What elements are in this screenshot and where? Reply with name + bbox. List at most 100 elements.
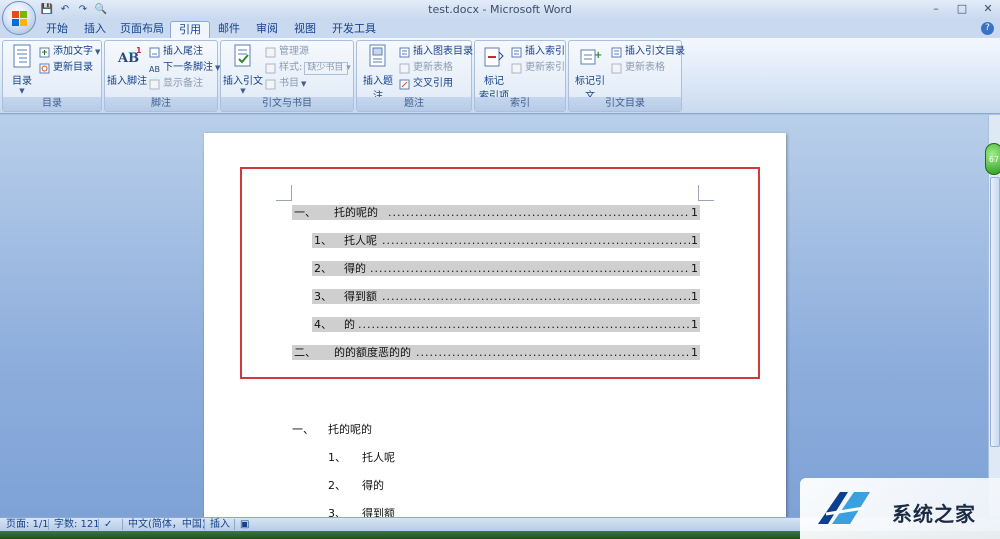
insert-endnote-label: 插入尾注	[163, 46, 203, 57]
body-heading[interactable]: 1、 托人呢	[328, 449, 395, 465]
insert-index-button[interactable]: 插入索引	[511, 45, 565, 59]
minimize-button[interactable]: –	[930, 2, 942, 15]
tab-references[interactable]: 引用	[170, 21, 210, 38]
table-of-authorities-icon	[611, 47, 623, 58]
group-label-citations: 引文与书目	[221, 97, 353, 111]
update-toc-button[interactable]: 更新目录	[39, 61, 93, 75]
zoom-badge: 67	[985, 143, 1000, 175]
insert-table-of-figures-button[interactable]: 插入图表目录	[399, 45, 473, 59]
maximize-button[interactable]: □	[956, 2, 968, 15]
next-footnote-button[interactable]: AB 下一条脚注 ▼	[149, 61, 220, 75]
window-controls: – □ ✕	[930, 2, 994, 15]
insert-endnote-button[interactable]: 插入尾注	[149, 45, 203, 59]
body-heading[interactable]: 一、 托的呢的	[292, 421, 372, 437]
group-label-footnotes: 脚注	[105, 97, 217, 111]
group-footnotes: AB 1 插入脚注 插入尾注 AB 下一条脚注 ▼ 显示备注 脚注	[104, 40, 220, 112]
spellcheck-icon[interactable]: ✓	[104, 518, 112, 531]
toc-button-label: 目录	[12, 76, 32, 87]
tab-page-layout[interactable]: 页面布局	[112, 21, 172, 38]
status-language[interactable]: 中文(简体，中国)	[128, 518, 206, 531]
status-word-count[interactable]: 字数: 121	[54, 518, 100, 531]
update-index-button[interactable]: 更新索引	[511, 61, 565, 75]
update-table-button[interactable]: 更新表格	[399, 61, 453, 75]
group-label-toa: 引文目录	[569, 97, 681, 111]
update-toc-label: 更新目录	[53, 62, 93, 73]
chevron-down-icon: ▼	[240, 87, 246, 95]
toc-button[interactable]: 目录 ▼	[7, 44, 37, 95]
chevron-down-icon: ▼	[95, 48, 101, 56]
bibliography-label: 书目	[279, 78, 299, 89]
update-index-label: 更新索引	[525, 62, 565, 73]
watermark-text: 系统之家	[892, 502, 976, 526]
refresh-icon	[399, 63, 411, 74]
insert-citation-button[interactable]: 插入引文 ▼	[223, 44, 263, 95]
toc-entry[interactable]: 4、 的 ...................................…	[312, 317, 700, 332]
update-toa-button[interactable]: 更新表格	[611, 61, 665, 75]
style-dropdown[interactable]: 缺少书目 ▾	[304, 61, 351, 75]
toc-entry[interactable]: 一、 托的呢的 ................................…	[292, 205, 700, 220]
body-heading[interactable]: 3、 得到额	[328, 505, 395, 517]
insert-caption-icon	[367, 44, 389, 70]
bibliography-button[interactable]: 书目 ▼	[265, 77, 306, 91]
group-label-index: 索引	[475, 97, 565, 111]
insert-citation-icon	[232, 44, 254, 70]
endnote-icon	[149, 47, 161, 58]
insert-footnote-label: 插入脚注	[107, 76, 147, 87]
insert-caption-button[interactable]: 插入题注	[359, 44, 397, 102]
tab-review[interactable]: 审阅	[248, 21, 286, 38]
tab-mailings[interactable]: 邮件	[210, 21, 248, 38]
close-button[interactable]: ✕	[982, 2, 994, 15]
toc-entry[interactable]: 二、 的的额度恶的的 .............................…	[292, 345, 700, 360]
chevron-down-icon: ▼	[301, 80, 307, 88]
macro-record-icon[interactable]: ▣	[240, 518, 249, 531]
insert-index-label: 插入索引	[525, 46, 565, 57]
tab-view[interactable]: 视图	[286, 21, 324, 38]
svg-text:1: 1	[136, 46, 142, 55]
tab-insert[interactable]: 插入	[76, 21, 114, 38]
next-footnote-icon: AB	[149, 63, 161, 74]
status-page[interactable]: 页面: 1/1	[6, 518, 49, 531]
toc-entry[interactable]: 3、 得到额 .................................…	[312, 289, 700, 304]
status-insert-mode[interactable]: 插入	[210, 518, 230, 531]
insert-citation-label: 插入引文	[223, 76, 263, 87]
refresh-icon	[611, 63, 623, 74]
show-notes-button[interactable]: 显示备注	[149, 77, 203, 91]
manage-sources-button[interactable]: 管理源	[265, 45, 309, 59]
document-area: 一、 托的呢的 ................................…	[0, 115, 988, 517]
insert-table-of-authorities-button[interactable]: 插入引文目录	[611, 45, 685, 59]
mark-entry-label-1: 标记	[484, 76, 504, 87]
toc-icon	[11, 44, 33, 70]
help-icon[interactable]: ?	[981, 22, 994, 35]
toc-entry[interactable]: 2、 得的 ..................................…	[312, 261, 700, 276]
tab-developer[interactable]: 开发工具	[324, 21, 384, 38]
tab-home[interactable]: 开始	[38, 21, 76, 38]
group-label-captions: 题注	[357, 97, 471, 111]
manage-sources-label: 管理源	[279, 46, 309, 57]
style-icon	[265, 63, 277, 74]
group-index: 标记 索引项 插入索引 更新索引 索引	[474, 40, 566, 112]
insert-footnote-button[interactable]: AB 1 插入脚注	[107, 44, 147, 87]
mark-citation-icon: +	[579, 44, 602, 70]
group-citations-bibliography: 插入引文 ▼ 管理源 样式: 缺少书目 ▾ 书目 ▼ 引文与书目	[220, 40, 354, 112]
office-button[interactable]	[2, 1, 36, 35]
document-page[interactable]: 一、 托的呢的 ................................…	[204, 133, 786, 517]
style-selector[interactable]: 样式: 缺少书目 ▾	[265, 61, 351, 75]
insert-table-of-figures-label: 插入图表目录	[413, 46, 473, 57]
body-heading[interactable]: 2、 得的	[328, 477, 384, 493]
add-text-button[interactable]: 添加文字 ▼	[39, 45, 100, 59]
title-bar: 💾 ↶ ↷ 🔍 test.docx - Microsoft Word – □ ✕	[0, 0, 1000, 20]
scrollbar-thumb[interactable]	[990, 177, 1000, 447]
footnote-icon: AB 1	[116, 44, 142, 70]
update-toa-label: 更新表格	[625, 62, 665, 73]
next-footnote-label: 下一条脚注	[163, 62, 213, 73]
mark-entry-icon	[483, 44, 505, 70]
group-table-of-contents: 目录 ▼ 添加文字 ▼ 更新目录 目录	[2, 40, 102, 112]
toc-entry[interactable]: 1、 托人呢 .................................…	[312, 233, 700, 248]
cross-reference-button[interactable]: 交叉引用	[399, 77, 453, 91]
window-title: test.docx - Microsoft Word	[428, 3, 572, 16]
table-of-figures-icon	[399, 47, 411, 58]
show-notes-icon	[149, 79, 161, 90]
mark-entry-button[interactable]: 标记 索引项	[477, 44, 511, 102]
mark-citation-button[interactable]: + 标记引文	[571, 44, 609, 102]
chevron-down-icon: ▼	[19, 87, 25, 95]
